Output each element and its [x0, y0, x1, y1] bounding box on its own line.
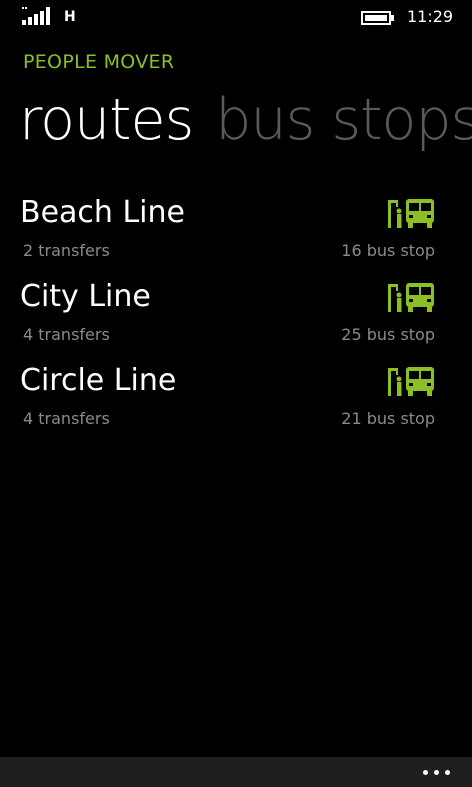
route-stop-count: 25 bus stop: [341, 325, 435, 344]
route-transfers: 4 transfers: [23, 409, 110, 428]
app-bar: [0, 757, 472, 787]
bus-stop-icon: [388, 367, 434, 396]
route-stop-count: 21 bus stop: [341, 409, 435, 428]
network-type-indicator: H: [64, 9, 76, 25]
route-list-item[interactable]: Beach Line 2 transfers 16 bus stop: [0, 190, 472, 274]
clock: 11:29: [407, 7, 454, 26]
route-name: Circle Line: [20, 363, 177, 398]
route-stop-count: 16 bus stop: [341, 241, 435, 260]
signal-strength-icon: [22, 7, 50, 25]
route-transfers: 2 transfers: [23, 241, 110, 260]
more-options-icon[interactable]: [420, 760, 454, 784]
route-list: Beach Line 2 transfers 16 bus stop City …: [0, 190, 472, 442]
pivot-header: routes bus stops: [19, 84, 472, 160]
route-transfers: 4 transfers: [23, 325, 110, 344]
status-bar: H 11:29: [0, 0, 472, 36]
route-name: City Line: [20, 279, 151, 314]
pivot-tab-routes[interactable]: routes: [19, 84, 194, 156]
route-list-item[interactable]: City Line 4 transfers 25 bus stop: [0, 274, 472, 358]
battery-icon: [361, 11, 394, 25]
pivot-tab-bus-stops[interactable]: bus stops: [215, 84, 472, 156]
route-name: Beach Line: [20, 195, 185, 230]
app-title: PEOPLE MOVER: [23, 51, 175, 73]
bus-stop-icon: [388, 283, 434, 312]
route-list-item[interactable]: Circle Line 4 transfers 21 bus stop: [0, 358, 472, 442]
bus-stop-icon: [388, 199, 434, 228]
